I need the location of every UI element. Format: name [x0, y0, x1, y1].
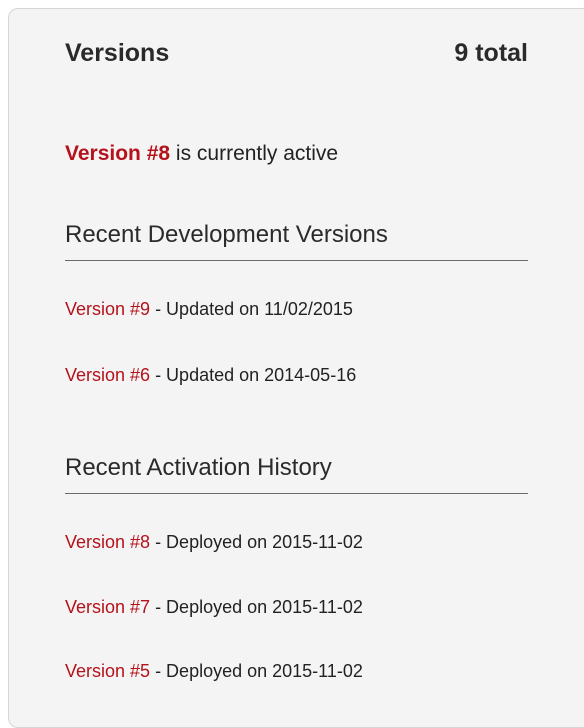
active-version-link[interactable]: Version #8: [65, 142, 170, 165]
version-link[interactable]: Version #7: [65, 597, 150, 617]
versions-header: Versions 9 total: [65, 39, 528, 68]
activation-history-item: Version #5 - Deployed on 2015-11-02: [65, 661, 363, 682]
development-version-item: Version #6 - Updated on 2014-05-16: [65, 365, 356, 386]
versions-panel: Versions 9 total Version #8 is currently…: [8, 8, 584, 728]
version-detail: - Updated on 2014-05-16: [150, 365, 357, 385]
versions-total-count: 9 total: [454, 39, 528, 67]
version-detail: - Deployed on 2015-11-02: [150, 661, 363, 681]
version-link[interactable]: Version #6: [65, 365, 150, 385]
active-version-status: Version #8 is currently active: [65, 142, 338, 166]
version-detail: - Updated on 11/02/2015: [150, 299, 353, 319]
version-link[interactable]: Version #5: [65, 661, 150, 681]
activation-history-heading: Recent Activation History: [65, 454, 528, 494]
version-link[interactable]: Version #9: [65, 299, 150, 319]
development-version-item: Version #9 - Updated on 11/02/2015: [65, 299, 353, 320]
version-detail: - Deployed on 2015-11-02: [150, 532, 363, 552]
version-link[interactable]: Version #8: [65, 532, 150, 552]
activation-history-item: Version #7 - Deployed on 2015-11-02: [65, 597, 363, 618]
development-versions-heading: Recent Development Versions: [65, 221, 528, 261]
versions-title: Versions: [65, 39, 170, 67]
version-detail: - Deployed on 2015-11-02: [150, 597, 363, 617]
active-version-suffix: is currently active: [170, 142, 339, 165]
activation-history-item: Version #8 - Deployed on 2015-11-02: [65, 532, 363, 553]
